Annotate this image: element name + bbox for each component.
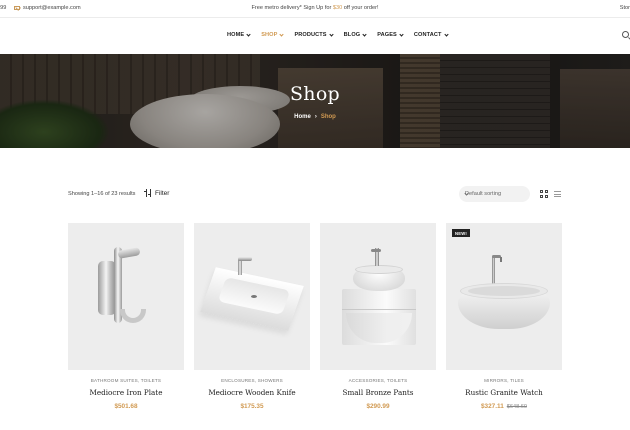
chevron-down-icon bbox=[329, 31, 334, 37]
nav-label: HOME bbox=[227, 32, 245, 38]
nav-item-pages[interactable]: PAGES bbox=[377, 31, 404, 38]
nav-label: PRODUCTS bbox=[294, 32, 327, 38]
breadcrumb: Home › Shop bbox=[0, 114, 630, 120]
breadcrumb-home[interactable]: Home bbox=[294, 114, 311, 120]
sort-dropdown[interactable]: Default sorting bbox=[459, 186, 530, 202]
result-count: Showing 1–16 of 23 results bbox=[68, 191, 136, 197]
promo-text-end: off your order! bbox=[342, 5, 379, 11]
nav-item-blog[interactable]: BLOG bbox=[343, 31, 367, 38]
product-card[interactable]: BATHROOM SUITES, TOILETS Mediocre Iron P… bbox=[68, 223, 184, 410]
product-image[interactable] bbox=[320, 223, 436, 370]
product-category[interactable]: BATHROOM SUITES, TOILETS bbox=[68, 378, 184, 383]
filter-label: Filter bbox=[155, 189, 170, 197]
nav-label: CONTACT bbox=[413, 32, 442, 38]
product-name[interactable]: Mediocre Iron Plate bbox=[68, 388, 184, 397]
promo-text-start: Free metro delivery* Sign Up for bbox=[251, 5, 333, 11]
filter-icon bbox=[144, 189, 152, 197]
nav-label: SHOP bbox=[261, 32, 278, 38]
sort-value: Default sorting bbox=[465, 191, 502, 197]
promo-message: Free metro delivery* Sign Up for $30 off… bbox=[0, 5, 630, 11]
product-price: $175.35 bbox=[194, 403, 310, 410]
product-name[interactable]: Mediocre Wooden Knife bbox=[194, 388, 310, 397]
product-image[interactable]: NEW! bbox=[446, 223, 562, 370]
product-price: $327.11 $648.60 bbox=[446, 403, 562, 410]
chevron-down-icon bbox=[443, 31, 449, 37]
nav-item-contact[interactable]: CONTACT bbox=[413, 31, 449, 38]
breadcrumb-separator: › bbox=[314, 114, 317, 120]
chevron-down-icon bbox=[279, 31, 285, 37]
nav-item-shop[interactable]: SHOP bbox=[261, 31, 285, 38]
product-card[interactable]: NEW! MIRRORS, TILES Rustic Granite Watch… bbox=[446, 223, 562, 410]
product-category[interactable]: ACCESSORIES, TOILETS bbox=[320, 378, 436, 383]
chevron-down-icon bbox=[246, 31, 251, 37]
product-category[interactable]: ENCLOSURES, SHOWERS bbox=[194, 378, 310, 383]
price-current: $327.11 bbox=[481, 403, 504, 410]
product-image[interactable] bbox=[194, 223, 310, 370]
main-navigation: HOME SHOP PRODUCTS BLOG PAGES CONTACT bbox=[0, 18, 630, 54]
product-price: $290.99 bbox=[320, 403, 436, 410]
nav-item-home[interactable]: HOME bbox=[227, 31, 251, 38]
price-current: $501.68 bbox=[114, 403, 138, 410]
price-current: $175.35 bbox=[240, 403, 264, 410]
list-view-icon[interactable] bbox=[554, 191, 561, 197]
top-bar: 299 support@example.com Free metro deliv… bbox=[0, 0, 630, 17]
chevron-down-icon bbox=[362, 31, 367, 37]
grid-view-icon[interactable] bbox=[540, 190, 548, 198]
product-name[interactable]: Small Bronze Pants bbox=[320, 388, 436, 397]
product-card[interactable]: ENCLOSURES, SHOWERS Mediocre Wooden Knif… bbox=[194, 223, 310, 410]
nav-item-products[interactable]: PRODUCTS bbox=[294, 31, 334, 38]
breadcrumb-current: Shop bbox=[320, 114, 336, 120]
price-current: $290.99 bbox=[366, 403, 390, 410]
product-name[interactable]: Rustic Granite Watch bbox=[446, 388, 562, 397]
promo-discount: $30 bbox=[332, 5, 343, 11]
nav-label: BLOG bbox=[343, 32, 361, 38]
product-category[interactable]: MIRRORS, TILES bbox=[446, 378, 562, 383]
product-card[interactable]: ACCESSORIES, TOILETS Small Bronze Pants … bbox=[320, 223, 436, 410]
chevron-down-icon bbox=[399, 31, 404, 37]
filter-button[interactable]: Filter bbox=[144, 189, 169, 197]
product-image[interactable] bbox=[68, 223, 184, 370]
page-title: Shop bbox=[289, 83, 341, 105]
product-price: $501.68 bbox=[68, 403, 184, 410]
new-badge: NEW! bbox=[452, 229, 470, 237]
price-original: $648.60 bbox=[506, 404, 527, 410]
hero-banner: Shop Home › Shop bbox=[0, 54, 630, 148]
search-icon[interactable] bbox=[622, 31, 629, 38]
store-link[interactable]: Stor bbox=[620, 5, 630, 11]
nav-label: PAGES bbox=[377, 32, 397, 38]
